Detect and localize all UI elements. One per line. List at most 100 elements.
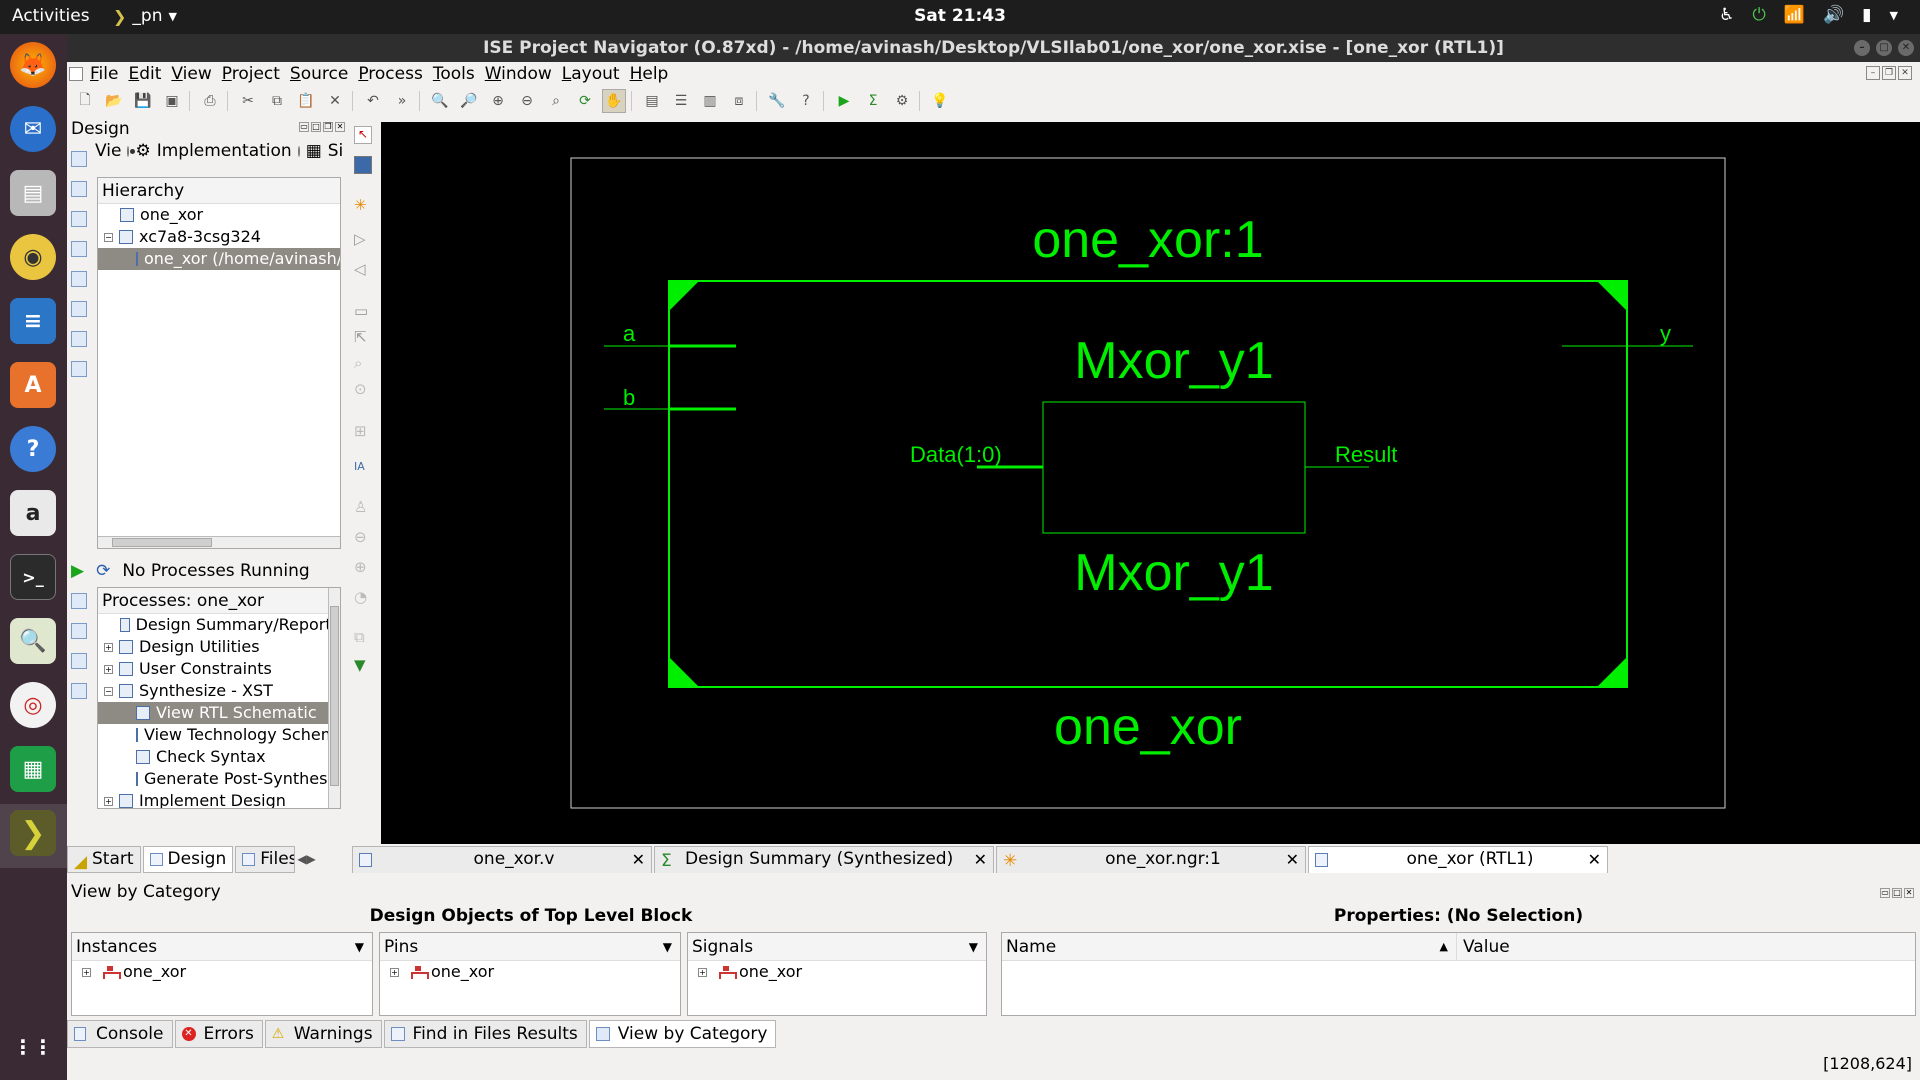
rerun-all-icon[interactable] (71, 653, 87, 669)
pan-tool-icon[interactable]: ✋ (602, 89, 626, 113)
marker-icon[interactable]: ♙ (354, 498, 372, 516)
menu-window[interactable]: Window (480, 64, 557, 84)
mdi-restore-button[interactable]: ❐ (1882, 66, 1896, 80)
implementation-radio[interactable] (127, 145, 136, 157)
tab-errors[interactable]: ✕ Errors (174, 1020, 263, 1048)
new-source-icon[interactable] (71, 211, 87, 227)
tree-row[interactable]: View RTL Schematic (98, 702, 340, 724)
zoom-full-icon[interactable]: ⊕ (486, 89, 510, 113)
close-tab-icon[interactable]: ✕ (1286, 847, 1299, 872)
check-icon[interactable] (71, 331, 87, 347)
tab-view-by-category[interactable]: View by Category (588, 1020, 777, 1048)
cascade-icon[interactable]: ▤ (640, 89, 664, 113)
close-tab-icon[interactable]: ✕ (974, 847, 987, 872)
schematic-canvas[interactable]: one_xor:1 a b y Mxor_y1 Data(1:0) Result… (381, 122, 1920, 844)
panel-view-icon[interactable] (71, 361, 87, 377)
lock-icon[interactable]: ⊞ (354, 422, 372, 440)
window-titlebar[interactable]: ISE Project Navigator (O.87xd) - /home/a… (67, 34, 1920, 62)
run-process-icon[interactable]: ▶ (71, 561, 84, 581)
signals-dropdown[interactable]: Signals ▼ (688, 933, 986, 961)
help-icon[interactable]: ? (10, 426, 56, 472)
clock[interactable]: Sat 21:43 (0, 6, 1920, 26)
menu-layout[interactable]: Layout (557, 64, 625, 84)
app-menu[interactable]: ❯ _pn ▼ (113, 6, 177, 26)
tree-row[interactable]: one_xor (98, 204, 340, 226)
close-tab-icon[interactable]: ✕ (632, 847, 645, 872)
undo-icon[interactable]: ↶ (361, 89, 385, 113)
menu-file[interactable]: File (85, 64, 123, 84)
tools-wrench-icon[interactable]: 🔧 (765, 89, 789, 113)
forward-icon[interactable]: ▷ (354, 230, 372, 248)
nav-back-icon[interactable]: ⊖ (354, 528, 372, 546)
files-icon[interactable]: ▤ (10, 170, 56, 216)
back-icon[interactable]: ◁ (354, 260, 372, 278)
expand-icon[interactable]: + (104, 664, 113, 674)
mdi-minimize-button[interactable]: – (1866, 66, 1880, 80)
panel-max-button[interactable]: □ (311, 122, 321, 132)
tree-row[interactable]: + Implement Design (98, 790, 340, 808)
print-icon[interactable]: ⎙ (198, 89, 222, 113)
xor-instance-box[interactable] (1042, 401, 1306, 534)
history-icon[interactable]: ◔ (354, 588, 372, 606)
collapse-icon[interactable]: − (104, 686, 113, 696)
horizontal-scrollbar[interactable] (98, 536, 340, 548)
tab-start[interactable]: ◢ Start (67, 846, 141, 873)
cut-icon[interactable]: ✂ (236, 89, 260, 113)
select-tool-icon[interactable]: ↖ (354, 126, 372, 144)
add-to-schematic-icon[interactable] (354, 156, 372, 174)
doc-tab-ngr[interactable]: ✳ one_xor.ngr:1 ✕ (996, 846, 1306, 873)
list-item[interactable]: + one_xor (688, 961, 986, 983)
zoom-icon[interactable]: ⊙ (354, 380, 372, 398)
tab-find-in-files[interactable]: Find in Files Results (383, 1020, 587, 1048)
wifi-icon[interactable]: 📶 (1784, 5, 1805, 25)
pins-dropdown[interactable]: Pins ▼ (380, 933, 680, 961)
tile-horizontal-icon[interactable]: ☰ (669, 89, 693, 113)
zoom-out-icon[interactable]: 🔎 (457, 89, 481, 113)
save-icon[interactable]: 💾 (131, 89, 155, 113)
refresh-icon[interactable]: ⟳ (573, 89, 597, 113)
rerun-icon[interactable] (71, 623, 87, 639)
minimize-button[interactable]: – (1854, 40, 1870, 56)
maximize-button[interactable]: □ (1876, 40, 1892, 56)
new-file-icon[interactable]: 🗋 (73, 89, 97, 113)
tree-row[interactable]: Check Syntax (98, 746, 340, 768)
design-properties-icon[interactable] (71, 301, 87, 317)
menu-process[interactable]: Process (353, 64, 428, 84)
nav-forward-icon[interactable]: ⊕ (354, 558, 372, 576)
zoom-selection-icon[interactable]: ⌕ (544, 89, 568, 113)
export-icon[interactable]: ▼ (354, 656, 372, 674)
save-all-icon[interactable]: ▣ (160, 89, 184, 113)
menu-help[interactable]: Help (625, 64, 674, 84)
properties-icon[interactable] (71, 271, 87, 287)
open-folder-icon[interactable]: 📂 (102, 89, 126, 113)
view-tool-icon[interactable]: ▭ (354, 302, 372, 320)
firefox-icon[interactable]: 🦊 (10, 42, 56, 88)
tree-row[interactable]: + Design Utilities (98, 636, 340, 658)
rhythmbox-icon[interactable]: ◉ (10, 234, 56, 280)
menu-tools[interactable]: Tools (428, 64, 480, 84)
volume-icon[interactable]: 🔊 (1823, 5, 1844, 25)
menu-project[interactable]: Project (217, 64, 285, 84)
terminal-icon[interactable]: >_ (10, 554, 56, 600)
delete-icon[interactable]: ✕ (323, 89, 347, 113)
collapse-icon[interactable]: − (104, 232, 113, 242)
paste-icon[interactable]: 📋 (294, 89, 318, 113)
thunderbird-icon[interactable]: ✉ (10, 106, 56, 152)
chevron-down-icon[interactable]: ▼ (1890, 9, 1898, 22)
panel-restore-button[interactable]: ❐ (323, 122, 333, 132)
summary-icon[interactable] (71, 593, 87, 609)
tree-row[interactable]: Generate Post-Synthesis Simulation Model (98, 768, 340, 790)
power-status-icon[interactable]: ⏻ (1752, 5, 1765, 25)
software-center-icon[interactable]: A (10, 362, 56, 408)
tree-row[interactable]: View Technology Schematic (98, 724, 340, 746)
text-icon[interactable]: IA (354, 460, 372, 478)
amazon-icon[interactable]: a (10, 490, 56, 536)
list-item[interactable]: + one_xor (380, 961, 680, 983)
tree-row[interactable]: Design Summary/Reports (98, 614, 340, 636)
close-all-icon[interactable]: ⧈ (727, 89, 751, 113)
close-button[interactable]: ✕ (1898, 40, 1914, 56)
copy-icon[interactable]: ⧉ (265, 89, 289, 113)
tab-console[interactable]: Console (67, 1020, 173, 1048)
doc-tab-rtl1[interactable]: one_xor (RTL1) ✕ (1308, 846, 1608, 873)
system-tray[interactable]: ♿ ⏻ 📶 🔊 ▮ ▼ (1719, 5, 1898, 25)
